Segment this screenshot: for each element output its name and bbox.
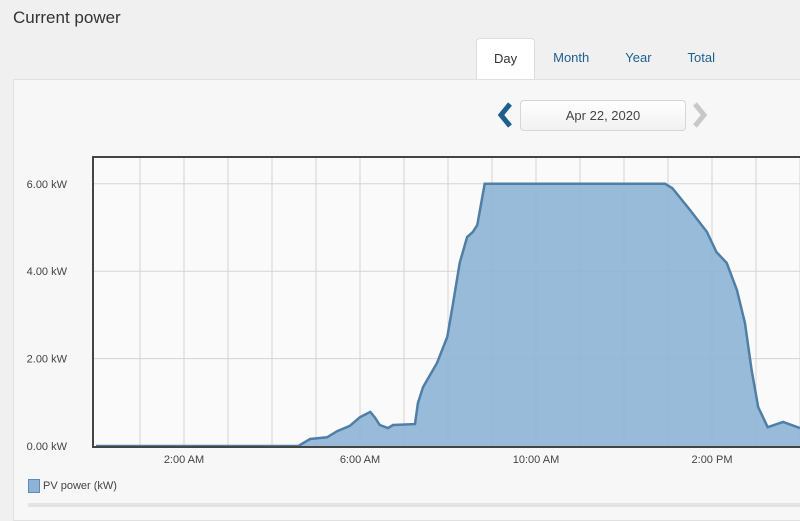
- legend-item-pv-power[interactable]: PV power (kW): [28, 479, 117, 493]
- y-tick-label: 2.00 kW: [27, 354, 68, 366]
- y-tick-label: 0.00 kW: [27, 441, 68, 453]
- legend-label: PV power (kW): [43, 480, 117, 492]
- y-tick-label: 6.00 kW: [27, 179, 68, 191]
- y-tick-label: 4.00 kW: [27, 266, 68, 278]
- pv-power-chart: 0.00 kW 2.00 kW 4.00 kW 6.00 kW 2:00 AM 6:00…: [27, 156, 800, 466]
- x-tick-label: 6:00 AM: [340, 454, 380, 466]
- panel-divider: [28, 503, 800, 507]
- x-tick-label: 2:00 PM: [692, 454, 733, 466]
- x-tick-label: 2:00 AM: [164, 454, 204, 466]
- x-tick-label: 10:00 AM: [513, 454, 559, 466]
- legend-swatch: [28, 479, 40, 493]
